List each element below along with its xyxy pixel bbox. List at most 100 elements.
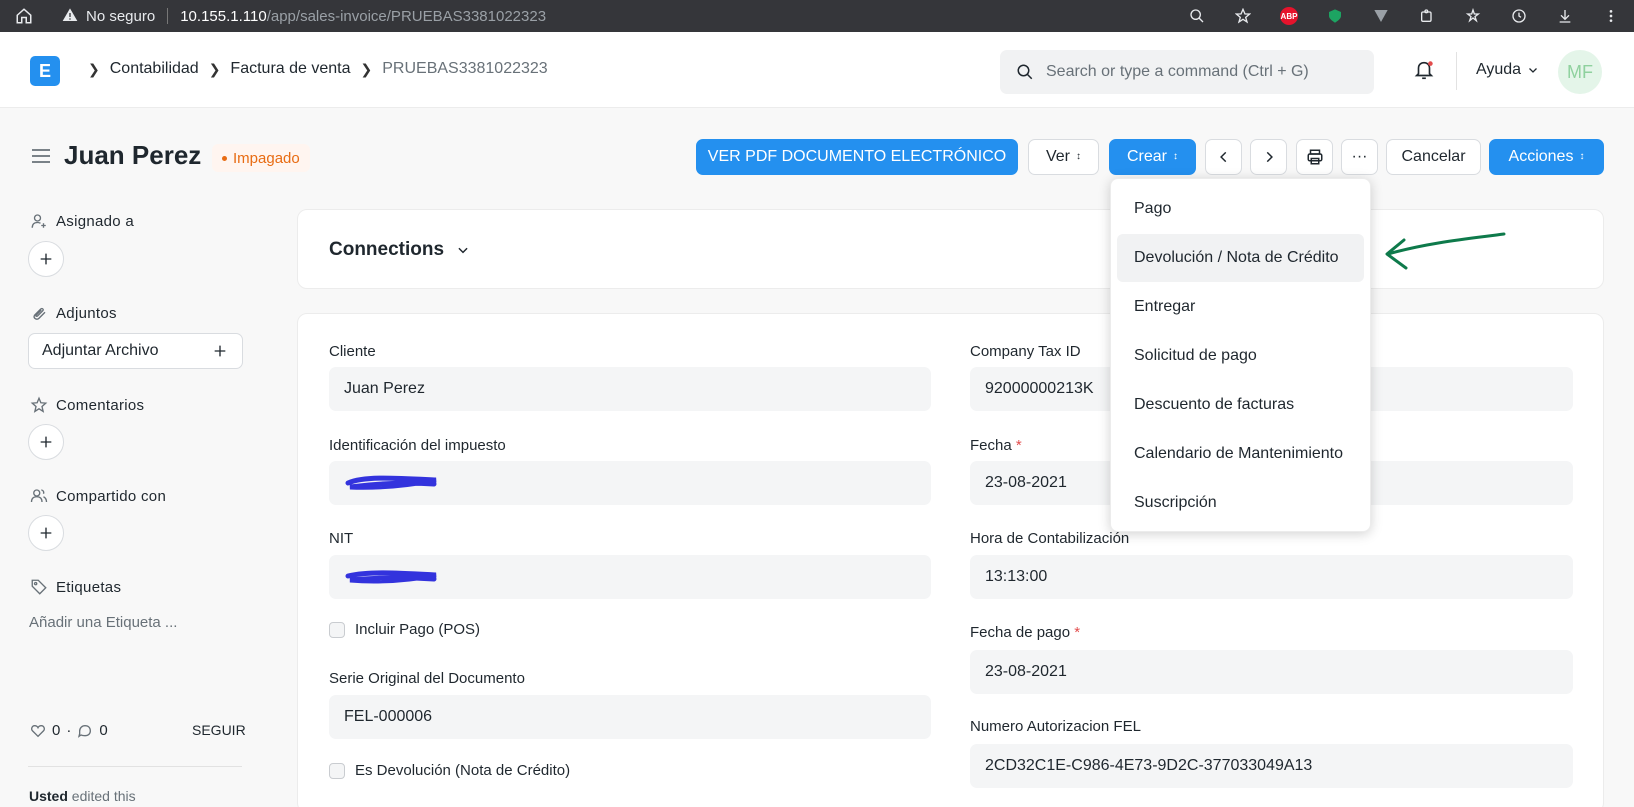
- puzzle-icon[interactable]: [1416, 5, 1438, 27]
- create-dropdown-button[interactable]: Crear ↕: [1109, 139, 1196, 175]
- sort-icon: ↕: [1579, 151, 1585, 162]
- menu-more-icon[interactable]: [1600, 5, 1622, 27]
- comments-section: Comentarios: [30, 396, 144, 414]
- nit-field[interactable]: [329, 555, 931, 599]
- chevron-right-icon: [1266, 151, 1273, 163]
- menu-item-maintenance-schedule[interactable]: Calendario de Mantenimiento: [1117, 430, 1364, 478]
- menu-item-return-credit-note[interactable]: Devolución / Nota de Crédito: [1117, 234, 1364, 282]
- follow-button[interactable]: SEGUIR: [192, 722, 246, 738]
- previous-doc-button[interactable]: [1205, 139, 1242, 175]
- sidebar-toggle-icon[interactable]: [30, 146, 52, 169]
- share-add-button[interactable]: [28, 515, 64, 551]
- history-icon[interactable]: [1508, 5, 1530, 27]
- menu-item-delivery[interactable]: Entregar: [1117, 283, 1364, 331]
- menu-item-subscription[interactable]: Suscripción: [1117, 479, 1364, 527]
- connections-toggle[interactable]: Connections: [329, 239, 470, 261]
- tags-section: Etiquetas: [30, 578, 121, 596]
- assigned-to-section: Asignado a: [30, 212, 134, 230]
- view-dropdown-button[interactable]: Ver ↕: [1028, 139, 1099, 175]
- app-logo[interactable]: E: [30, 56, 60, 86]
- customer-field[interactable]: Juan Perez: [329, 367, 931, 411]
- help-label: Ayuda: [1476, 61, 1522, 78]
- likes-comments-counter: 0 · 0: [30, 722, 108, 739]
- status-badge: Impagado: [212, 144, 310, 172]
- activity-line: Usted edited this: [29, 788, 136, 804]
- attach-file-button[interactable]: Adjuntar Archivo: [28, 333, 243, 369]
- paperclip-icon: [33, 307, 46, 320]
- chevron-right-icon: ❯: [360, 60, 373, 77]
- annotation-arrow-icon: [1385, 232, 1506, 270]
- tax-id-label: Identificación del impuesto: [329, 437, 506, 454]
- chevron-right-icon: ❯: [88, 60, 100, 77]
- search-icon: [1016, 63, 1034, 81]
- assign-add-button[interactable]: [28, 241, 64, 277]
- comment-icon: [78, 724, 92, 738]
- browser-toolbar: No seguro 10.155.1.110/app/sales-invoice…: [0, 0, 1634, 32]
- plus-icon: [40, 253, 52, 265]
- page-title: Juan Perez: [64, 140, 202, 170]
- menu-item-invoice-discounting[interactable]: Descuento de facturas: [1117, 381, 1364, 429]
- tag-icon: [31, 579, 47, 595]
- users-icon: [30, 489, 48, 503]
- heart-icon: [31, 724, 45, 737]
- plus-icon: [40, 436, 52, 448]
- fel-authorization-field[interactable]: 2CD32C1E-C986-4E73-9D2C-377033049A13: [970, 744, 1573, 788]
- browser-extension-icons: ABP: [1174, 0, 1634, 32]
- original-series-field[interactable]: FEL-000006: [329, 695, 931, 739]
- breadcrumb-accounting[interactable]: Contabilidad: [110, 60, 199, 78]
- comment-add-button[interactable]: [28, 424, 64, 460]
- printer-icon: [1307, 149, 1322, 165]
- adblock-icon[interactable]: ABP: [1278, 5, 1300, 27]
- favorite-add-icon[interactable]: [1232, 5, 1254, 27]
- chevron-left-icon: [1219, 151, 1226, 163]
- tax-id-field[interactable]: [329, 461, 931, 505]
- awesome-bar[interactable]: [1000, 50, 1374, 94]
- address-bar[interactable]: No seguro 10.155.1.110/app/sales-invoice…: [52, 3, 1272, 29]
- zoom-icon[interactable]: [1186, 5, 1208, 27]
- help-dropdown[interactable]: Ayuda: [1476, 61, 1539, 79]
- breadcrumb-current: PRUEBAS3381022323: [382, 60, 548, 77]
- add-tag-link[interactable]: Añadir una Etiqueta ...: [29, 614, 177, 631]
- download-icon[interactable]: [1554, 5, 1576, 27]
- menu-item-payment-request[interactable]: Solicitud de pago: [1117, 332, 1364, 380]
- chevron-down-icon: [458, 247, 468, 254]
- star-icon: [30, 396, 48, 413]
- sort-icon: ↕: [1173, 151, 1178, 162]
- include-payment-checkbox[interactable]: [329, 621, 345, 638]
- search-input[interactable]: [1046, 63, 1346, 81]
- create-dropdown-menu: Pago Devolución / Nota de Crédito Entreg…: [1110, 178, 1371, 532]
- more-options-button[interactable]: ···: [1341, 139, 1378, 175]
- print-button[interactable]: [1296, 139, 1333, 175]
- warning-icon[interactable]: [62, 7, 78, 26]
- like-count: 0: [52, 722, 61, 739]
- cancel-button[interactable]: Cancelar: [1386, 139, 1481, 175]
- posting-time-field[interactable]: 13:13:00: [970, 555, 1573, 599]
- plus-icon: [214, 345, 226, 357]
- attachments-section: Adjuntos: [30, 304, 117, 322]
- shield-extension-icon[interactable]: [1324, 5, 1346, 27]
- is-return[interactable]: Es Devolución (Nota de Crédito): [329, 762, 570, 779]
- fel-authorization-label: Numero Autorizacion FEL: [970, 718, 1141, 735]
- date-label: Fecha *: [970, 437, 1022, 454]
- is-return-checkbox[interactable]: [329, 762, 345, 779]
- actions-dropdown-button[interactable]: Acciones ↕: [1489, 139, 1604, 175]
- user-avatar[interactable]: MF: [1558, 50, 1602, 94]
- user-add-icon: [31, 214, 46, 228]
- chevron-down-icon: [1529, 68, 1538, 73]
- favorites-icon[interactable]: [1462, 5, 1484, 27]
- breadcrumb: ❯ Contabilidad ❯ Factura de venta ❯ PRUE…: [78, 60, 548, 78]
- breadcrumb-sales-invoice[interactable]: Factura de venta: [230, 60, 350, 78]
- next-doc-button[interactable]: [1250, 139, 1287, 175]
- sort-icon: ↕: [1076, 151, 1081, 162]
- notification-bell-icon[interactable]: [1413, 59, 1435, 84]
- due-date-field[interactable]: 23-08-2021: [970, 650, 1573, 694]
- include-payment-pos[interactable]: Incluir Pago (POS): [329, 621, 480, 638]
- due-date-label: Fecha de pago *: [970, 624, 1081, 641]
- security-label: No seguro: [86, 7, 156, 25]
- view-pdf-button[interactable]: VER PDF DOCUMENTO ELECTRÓNICO: [696, 139, 1018, 175]
- menu-item-payment[interactable]: Pago: [1117, 185, 1364, 233]
- redaction-scribble: [345, 475, 437, 490]
- home-icon[interactable]: [12, 7, 36, 25]
- plus-icon: [40, 527, 52, 539]
- vue-extension-icon[interactable]: [1370, 5, 1392, 27]
